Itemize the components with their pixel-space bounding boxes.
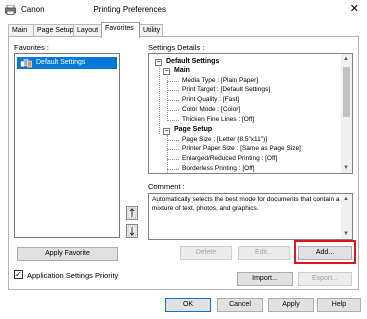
favorite-item-label: Default Settings — [36, 59, 86, 66]
settings-details-tree[interactable]: − Default Settings − Main Media Type : [… — [148, 53, 353, 174]
tree-item: Page Size : [Letter (8.5"x11")] — [182, 136, 268, 143]
favorites-label: Favorites : — [14, 43, 50, 52]
close-icon[interactable]: ✕ — [350, 4, 359, 15]
tree-item: Borderless Printing : [Off] — [182, 165, 255, 172]
window-title: Canon Printing Preferences — [21, 5, 166, 14]
app-settings-priority-label: Application Settings Priority — [27, 271, 119, 280]
tree-item: Color Mode : [Color] — [182, 106, 241, 113]
ok-button[interactable]: OK — [165, 298, 211, 312]
favorite-settings-icon — [20, 59, 32, 68]
tree-item: Enlarged/Reduced Printing : [Off] — [182, 155, 278, 162]
expander-page-setup[interactable]: − — [163, 128, 170, 135]
tree-item: Print Target : [Default Settings] — [182, 86, 271, 93]
favorites-list[interactable]: Default Settings — [14, 53, 120, 238]
comment-box[interactable]: Automatically selects the best mode for … — [148, 193, 353, 240]
settings-details-label: Settings Details : — [148, 43, 205, 52]
scroll-down-icon[interactable]: ▼ — [343, 165, 349, 171]
cancel-button[interactable]: Cancel — [217, 298, 263, 312]
tab-favorites[interactable]: Favorites — [101, 22, 140, 38]
apply-favorite-button[interactable]: Apply Favorite — [17, 247, 118, 261]
scroll-up-icon[interactable]: ▲ — [343, 56, 349, 62]
app-settings-priority-checkbox[interactable]: ✓ — [14, 270, 23, 279]
scroll-down-icon[interactable]: ▼ — [343, 231, 349, 237]
details-scrollbar[interactable]: ▲ ▼ — [341, 54, 352, 173]
edit-button[interactable]: Edit... — [238, 246, 290, 260]
printer-icon — [5, 5, 16, 15]
comment-text: Automatically selects the best mode for … — [152, 196, 340, 212]
move-down-button[interactable] — [126, 224, 138, 238]
tree-group-page-setup: Page Setup — [174, 126, 213, 133]
comment-label: Comment : — [148, 182, 185, 191]
help-button[interactable]: Help — [317, 298, 361, 312]
favorite-item-default-settings[interactable]: Default Settings — [17, 57, 117, 69]
scroll-up-icon[interactable]: ▲ — [343, 196, 349, 202]
scrollbar-thumb[interactable] — [343, 67, 350, 117]
delete-button[interactable]: Delete — [180, 246, 232, 260]
export-button[interactable]: Export... — [298, 272, 352, 286]
import-button[interactable]: Import... — [237, 272, 293, 286]
tree-item: Printer Paper Size : [Same as Page Size] — [182, 145, 301, 152]
arrow-down-icon — [127, 225, 137, 237]
arrow-up-icon — [127, 207, 137, 219]
expander-default-settings[interactable]: − — [155, 59, 162, 66]
tree-item: Media Type : [Plain Paper] — [182, 77, 259, 84]
add-button-highlight — [294, 240, 356, 264]
tree-group-main: Main — [174, 67, 190, 74]
comment-scrollbar[interactable]: ▲ ▼ — [341, 194, 352, 239]
apply-button[interactable]: Apply — [268, 298, 314, 312]
tree-item: Print Quality : [Fast] — [182, 96, 240, 103]
expander-main[interactable]: − — [163, 68, 170, 75]
tree-item: Thicken Fine Lines : [Off] — [182, 116, 255, 123]
title-bar: Canon Printing Preferences ✕ — [0, 0, 367, 20]
tree-root: Default Settings — [166, 58, 220, 65]
move-up-button[interactable] — [126, 206, 138, 220]
